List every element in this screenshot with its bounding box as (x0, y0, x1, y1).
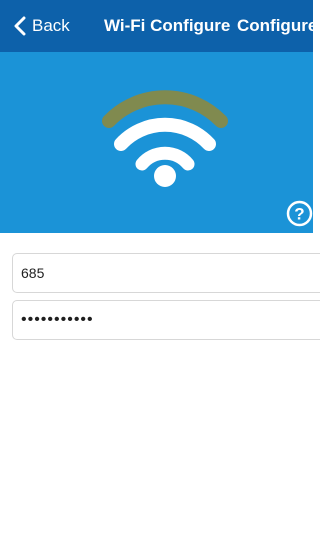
configure-button[interactable]: Configure (237, 14, 317, 38)
question-mark-icon[interactable]: ? (286, 200, 313, 227)
chevron-left-icon (14, 16, 26, 36)
page-title: Wi-Fi Configure (104, 16, 231, 35)
ssid-input[interactable] (12, 253, 320, 293)
wifi-dot (154, 165, 176, 187)
back-label: Back (32, 16, 70, 35)
wifi-banner: ? (0, 52, 313, 233)
wifi-icon (102, 90, 228, 187)
wifi-arc-outer (102, 90, 228, 128)
wifi-arc-small (135, 146, 195, 171)
svg-text:?: ? (294, 205, 304, 224)
password-input[interactable] (12, 300, 320, 340)
back-button[interactable]: Back (14, 14, 70, 38)
navigation-bar: Back Wi-Fi Configure Configure (0, 0, 317, 52)
wifi-arc-large (114, 117, 216, 151)
